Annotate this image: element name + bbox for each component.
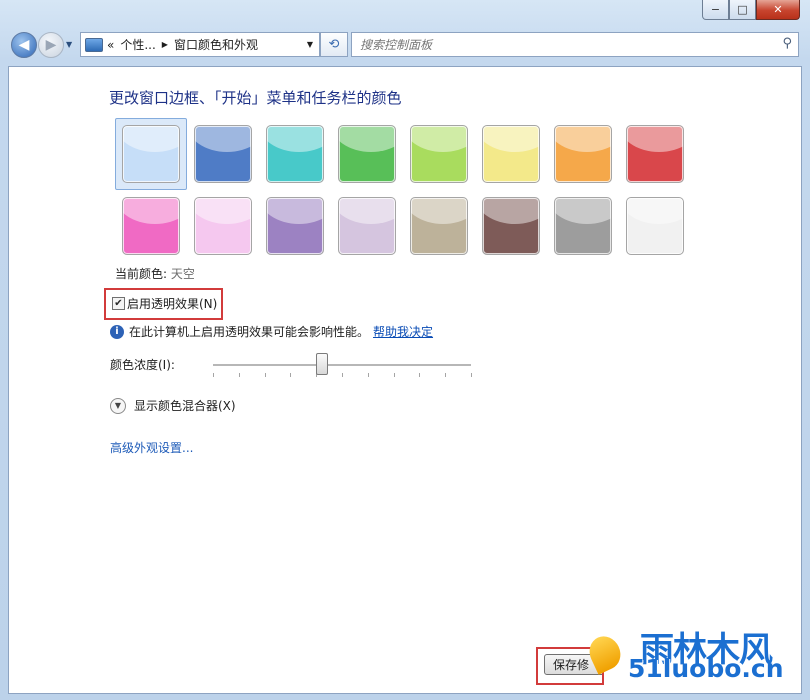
- color-intensity-slider-thumb[interactable]: [316, 353, 329, 375]
- info-icon: i: [110, 324, 124, 339]
- slider-tick: [393, 373, 395, 377]
- watermark: 雨林木风 51luobo.cn: [584, 616, 806, 696]
- address-bar[interactable]: « 个性... ▶ 窗口颜色和外观 ▼: [80, 32, 320, 57]
- transparency-label[interactable]: 启用透明效果(N): [127, 295, 217, 312]
- refresh-button[interactable]: ⟲: [320, 32, 348, 57]
- slider-tick: [342, 373, 343, 377]
- current-color: 当前颜色: 天空: [115, 265, 195, 282]
- address-overflow-chevron[interactable]: «: [107, 38, 114, 52]
- breadcrumb-personalization[interactable]: 个性...: [120, 36, 155, 53]
- maximize-button[interactable]: □: [729, 0, 756, 20]
- swatch-frost[interactable]: [626, 197, 684, 255]
- slider-tick: [290, 373, 292, 377]
- address-dropdown-icon[interactable]: ▼: [307, 40, 313, 49]
- control-panel-icon: [85, 37, 103, 52]
- performance-info-text: 在此计算机上启用透明效果可能会影响性能。: [129, 325, 370, 339]
- slider-tick: [471, 373, 472, 377]
- watermark-url: 51luobo.cn: [628, 654, 784, 683]
- slider-tick: [264, 373, 266, 377]
- slider-tick: [367, 373, 369, 377]
- transparency-option-highlight: ✔ 启用透明效果(N): [104, 288, 223, 320]
- help-me-decide-link[interactable]: 帮助我决定: [373, 323, 433, 340]
- back-button[interactable]: ◀: [11, 32, 37, 58]
- search-input[interactable]: [358, 36, 762, 54]
- watermark-logo-icon: [584, 631, 626, 675]
- recent-pages-dropdown-icon[interactable]: ▼: [66, 40, 72, 49]
- color-intensity-track[interactable]: [213, 364, 471, 367]
- slider-tick: [238, 373, 240, 377]
- page-title: 更改窗口边框、「开始」菜单和任务栏的颜色: [109, 89, 402, 107]
- advanced-appearance-link[interactable]: 高级外观设置...: [110, 439, 193, 456]
- breadcrumb-separator-icon[interactable]: ▶: [162, 40, 168, 49]
- refresh-icon: ⟲: [328, 37, 340, 52]
- swatch-fuchsia[interactable]: [122, 197, 180, 255]
- content-area: 更改窗口边框、「开始」菜单和任务栏的颜色 当前颜色: 天空 ✔ 启用透明效果(N…: [8, 66, 802, 694]
- close-button[interactable]: ✕: [756, 0, 800, 20]
- swatch-ruby[interactable]: [626, 125, 684, 183]
- performance-info: i 在此计算机上启用透明效果可能会影响性能。 帮助我决定: [110, 323, 433, 340]
- caption-buttons: − □ ✕: [702, 0, 800, 20]
- search-box[interactable]: ⚲: [351, 32, 799, 57]
- window-frame: − □ ✕ ◀ ▶ ▼ « 个性... ▶ 窗口颜色和外观 ▼ ⟲ ⚲ 更改窗口…: [0, 0, 810, 700]
- swatch-sea-foam[interactable]: [266, 125, 324, 183]
- swatch-chocolate[interactable]: [482, 197, 540, 255]
- swatch-leaf[interactable]: [338, 125, 396, 183]
- swatch-orange[interactable]: [554, 125, 612, 183]
- search-icon[interactable]: ⚲: [782, 36, 792, 51]
- swatch-blush[interactable]: [194, 197, 252, 255]
- transparency-checkbox[interactable]: ✔: [112, 297, 125, 310]
- minimize-button[interactable]: −: [702, 0, 729, 20]
- swatch-slate[interactable]: [554, 197, 612, 255]
- swatch-twilight[interactable]: [194, 125, 252, 183]
- breadcrumb-window-color[interactable]: 窗口颜色和外观: [174, 36, 258, 53]
- swatch-sky[interactable]: [122, 125, 180, 183]
- color-intensity-label: 颜色浓度(I):: [110, 358, 175, 372]
- swatch-lemon[interactable]: [482, 125, 540, 183]
- forward-button[interactable]: ▶: [38, 32, 64, 58]
- swatch-lavender[interactable]: [338, 197, 396, 255]
- expand-chevron-icon[interactable]: ▼: [110, 397, 126, 414]
- swatch-lime[interactable]: [410, 125, 468, 183]
- current-color-label: 当前颜色:: [115, 267, 168, 281]
- color-mixer-label[interactable]: 显示颜色混合器(X): [134, 397, 236, 414]
- slider-tick: [419, 373, 421, 377]
- current-color-value: 天空: [170, 267, 195, 281]
- swatch-taupe[interactable]: [410, 197, 468, 255]
- slider-tick: [213, 373, 214, 377]
- swatch-violet[interactable]: [266, 197, 324, 255]
- color-mixer-toggle[interactable]: ▼ 显示颜色混合器(X): [110, 397, 236, 414]
- slider-tick: [445, 373, 447, 377]
- navigation-bar: ◀ ▶ ▼ « 个性... ▶ 窗口颜色和外观 ▼ ⟲ ⚲: [0, 28, 810, 64]
